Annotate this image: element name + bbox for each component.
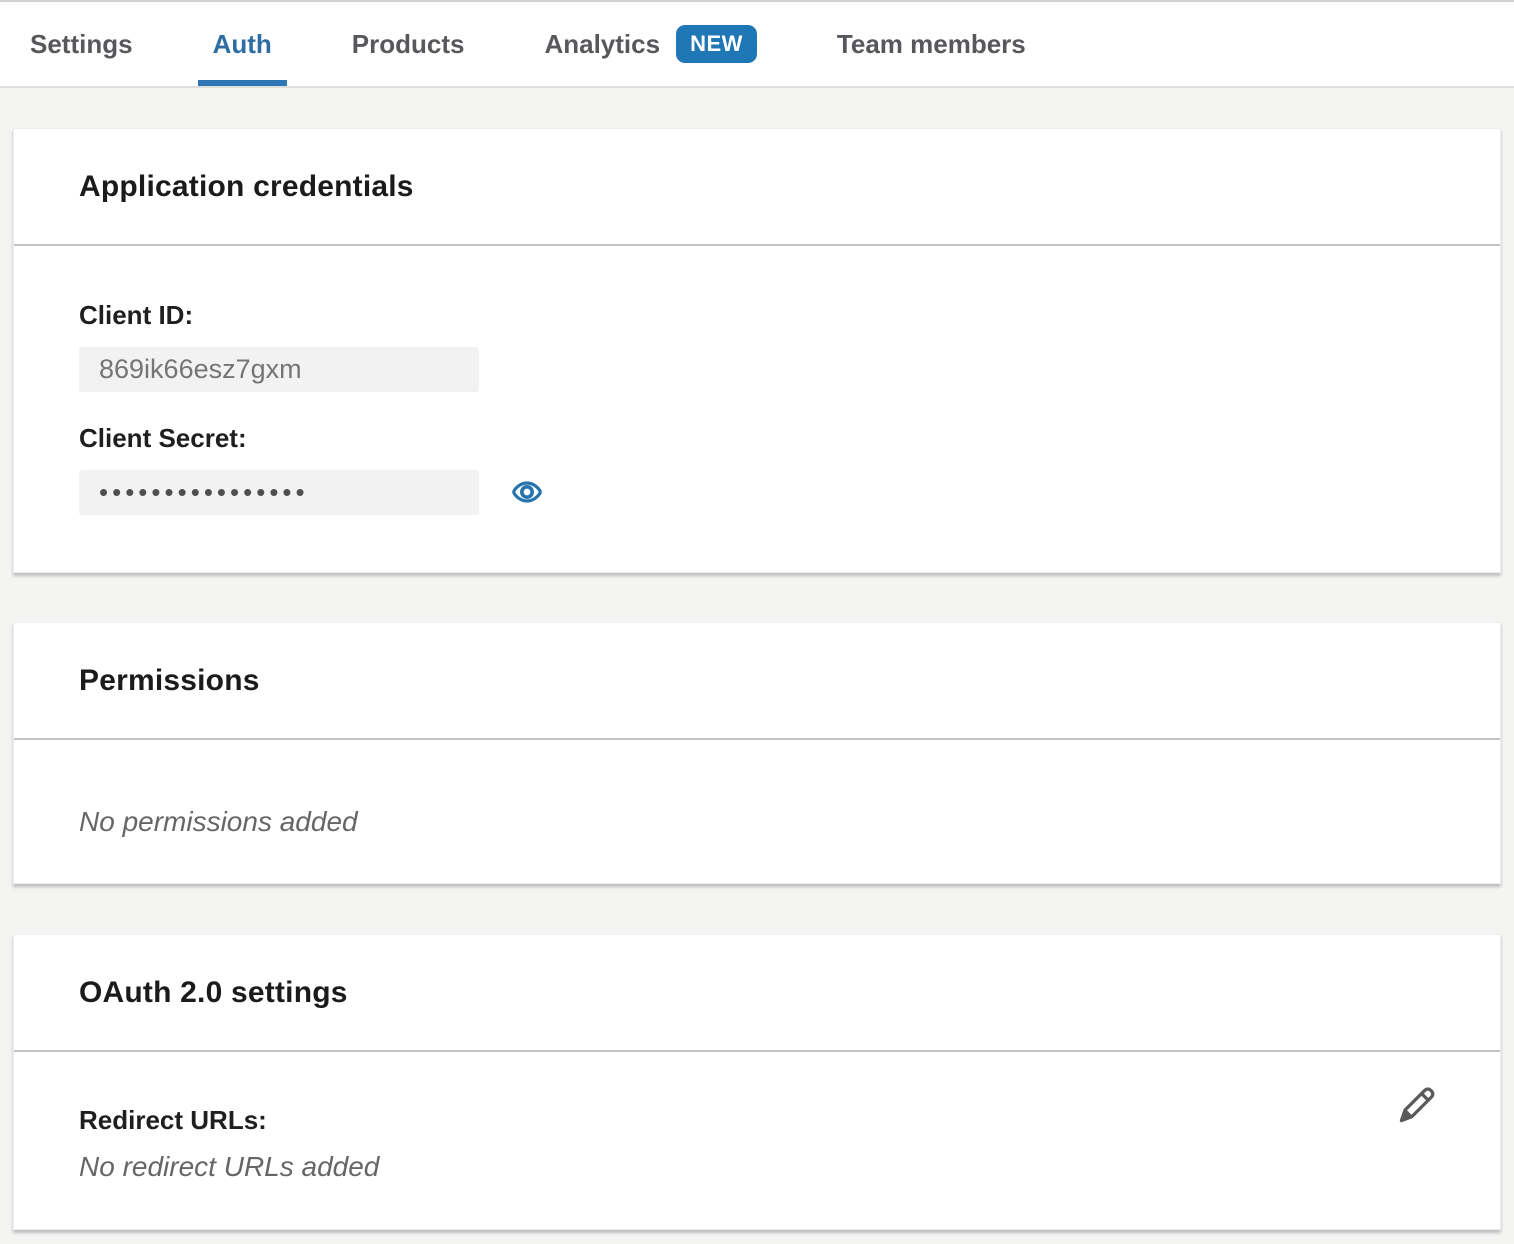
- application-credentials-title: Application credentials: [79, 170, 414, 204]
- application-credentials-card: Application credentials Client ID: Clien…: [13, 128, 1501, 573]
- tab-settings-label: Settings: [30, 29, 133, 60]
- tab-analytics-label: Analytics: [544, 29, 660, 60]
- tab-settings[interactable]: Settings: [30, 2, 133, 86]
- eye-icon: [509, 474, 545, 510]
- permissions-body: No permissions added: [14, 740, 1500, 838]
- tab-auth[interactable]: Auth: [213, 2, 272, 86]
- app-tab-bar: Settings Auth Products Analytics NEW Tea…: [0, 0, 1514, 88]
- application-credentials-header: Application credentials: [14, 129, 1500, 246]
- oauth-settings-card: OAuth 2.0 settings Redirect URLs: No red…: [13, 934, 1501, 1230]
- permissions-card: Permissions No permissions added: [13, 622, 1501, 884]
- redirect-urls-empty-text: No redirect URLs added: [79, 1151, 1435, 1183]
- tab-products[interactable]: Products: [352, 2, 465, 86]
- tab-team-members[interactable]: Team members: [837, 2, 1026, 86]
- client-secret-label: Client Secret:: [79, 423, 1435, 454]
- client-secret-field[interactable]: [79, 470, 479, 515]
- client-secret-row: [79, 454, 1435, 515]
- permissions-header: Permissions: [14, 623, 1500, 740]
- application-credentials-body: Client ID: Client Secret:: [14, 246, 1500, 515]
- pencil-edit-icon: [1393, 1083, 1439, 1129]
- client-id-label: Client ID:: [79, 300, 1435, 331]
- tab-team-members-label: Team members: [837, 29, 1026, 60]
- new-badge: NEW: [676, 25, 757, 63]
- oauth-settings-header: OAuth 2.0 settings: [14, 935, 1500, 1052]
- tab-analytics[interactable]: Analytics NEW: [544, 2, 756, 86]
- permissions-title: Permissions: [79, 664, 260, 698]
- tab-products-label: Products: [352, 29, 465, 60]
- redirect-urls-label: Redirect URLs:: [79, 1105, 1435, 1136]
- tab-auth-label: Auth: [213, 29, 272, 60]
- oauth-settings-title: OAuth 2.0 settings: [79, 976, 348, 1010]
- client-id-field[interactable]: [79, 347, 479, 392]
- reveal-secret-button[interactable]: [507, 472, 547, 512]
- permissions-empty-text: No permissions added: [79, 806, 358, 837]
- edit-redirect-urls-button[interactable]: [1392, 1082, 1440, 1130]
- oauth-settings-body: Redirect URLs: No redirect URLs added: [14, 1052, 1500, 1183]
